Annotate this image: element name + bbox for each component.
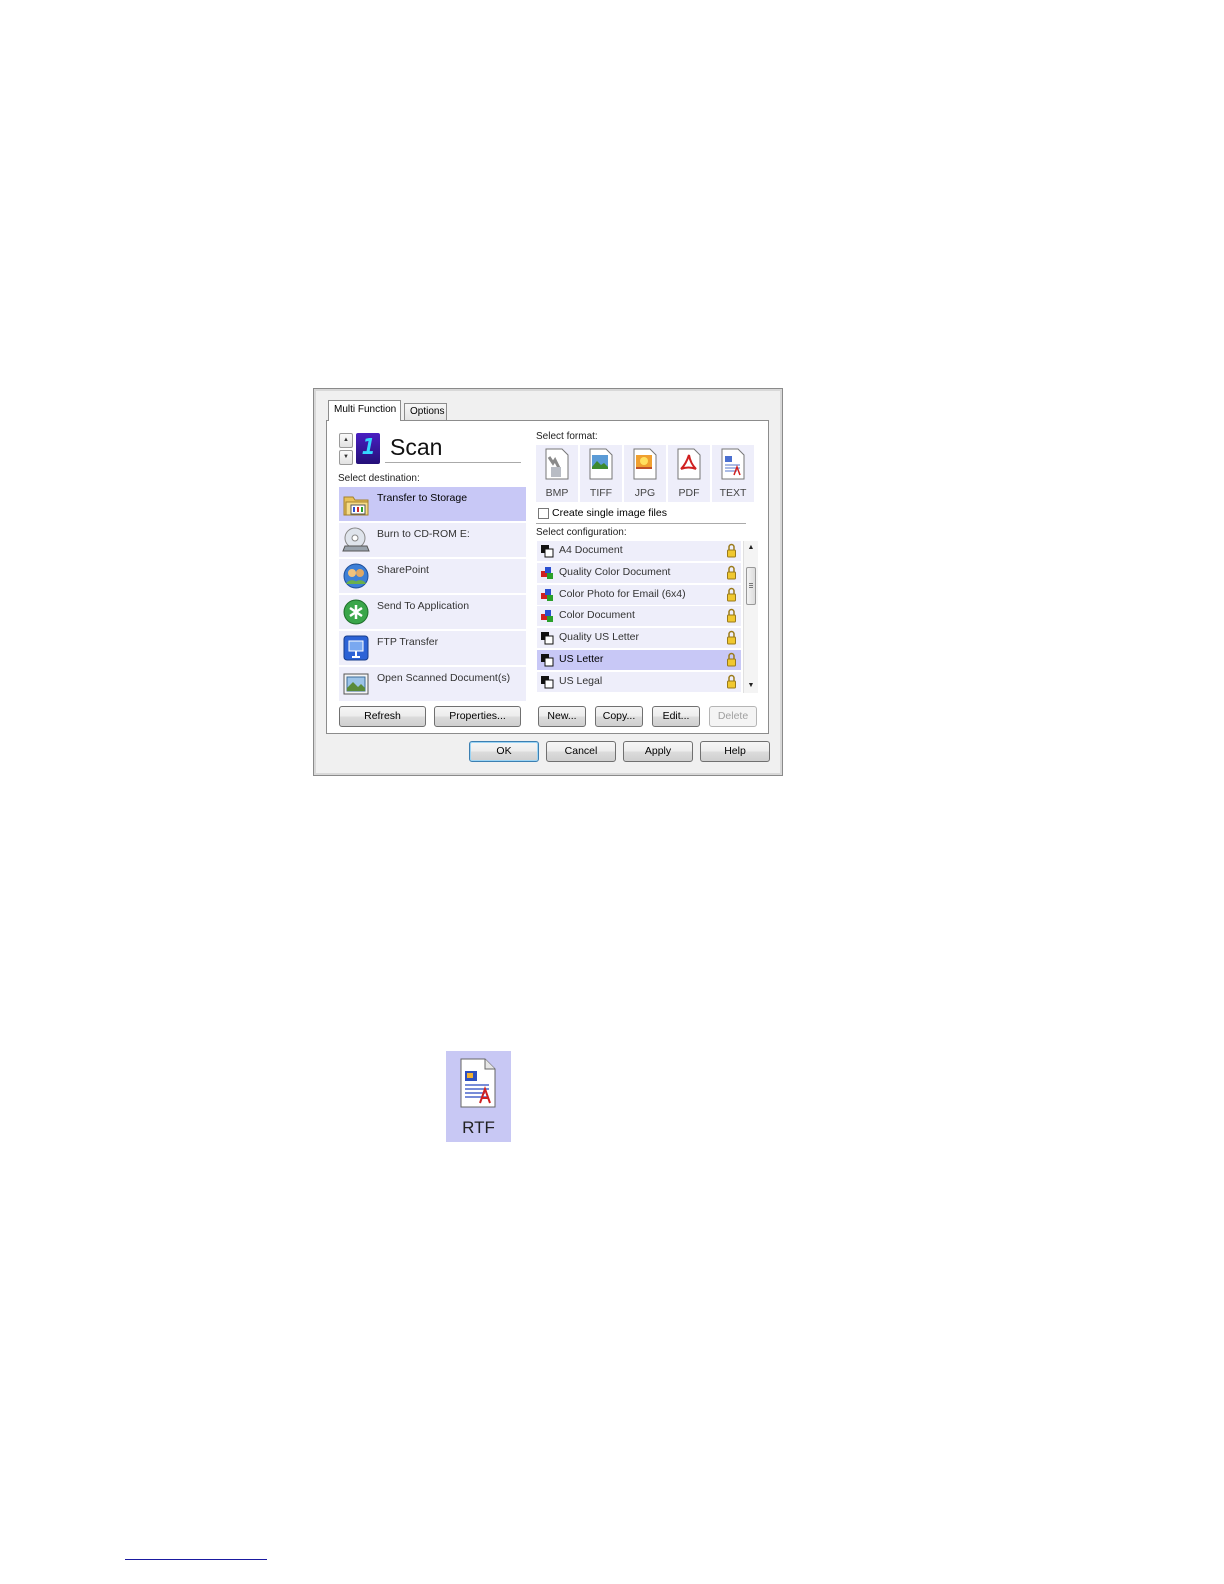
pdf-format-icon (677, 448, 701, 480)
destination-item-sharepoint[interactable]: SharePoint (339, 559, 526, 593)
bmp-format-icon (545, 448, 569, 480)
create-single-image-label: Create single image files (552, 507, 667, 519)
configuration-label: Quality Color Document (559, 565, 671, 578)
destination-label: Open Scanned Document(s) (377, 672, 511, 684)
configuration-label: Quality US Letter (559, 631, 639, 644)
open-document-icon (343, 673, 369, 695)
configuration-list: A4 Document Quality Color Document Color P… (537, 541, 741, 693)
configuration-item[interactable]: Quality Color Document (537, 562, 741, 583)
apply-button[interactable]: Apply (623, 741, 693, 762)
configuration-label: Color Document (559, 609, 635, 622)
format-label: JPG (634, 487, 656, 499)
lock-icon (727, 630, 736, 645)
text-format-icon (721, 448, 745, 480)
format-tiff[interactable]: TIFF (580, 445, 622, 502)
function-number: 1 (362, 435, 376, 460)
configuration-item[interactable]: Quality US Letter (537, 628, 741, 649)
footnote-rule (125, 1559, 267, 1560)
help-button[interactable]: Help (700, 741, 770, 762)
format-label: TEXT (719, 487, 747, 499)
folder-storage-icon (343, 496, 369, 516)
color-config-icon (541, 566, 553, 579)
cancel-button[interactable]: Cancel (546, 741, 616, 762)
color-config-icon (541, 588, 553, 601)
refresh-button[interactable]: Refresh (339, 706, 426, 727)
select-format-label: Select format: (536, 431, 598, 442)
copy-configuration-button[interactable]: Copy... (595, 706, 643, 727)
rtf-format-label: RTF (462, 1118, 495, 1137)
tiff-format-icon (589, 448, 613, 480)
lock-icon (727, 543, 736, 558)
divider (385, 462, 521, 463)
destination-label: Transfer to Storage (377, 492, 468, 504)
destination-label: Send To Application (377, 600, 470, 612)
format-pdf[interactable]: PDF (668, 445, 710, 502)
lock-icon (727, 587, 736, 602)
tab-multi-function[interactable]: Multi Function (328, 400, 401, 421)
format-label: BMP (545, 487, 569, 499)
bw-config-icon (541, 545, 554, 558)
configuration-item[interactable]: Color Photo for Email (6x4) (537, 584, 741, 605)
rtf-format-icon (460, 1058, 496, 1108)
bw-config-icon (541, 632, 554, 645)
spin-down-icon[interactable]: ▼ (339, 450, 353, 465)
edit-configuration-button[interactable]: Edit... (652, 706, 700, 727)
format-bmp[interactable]: BMP (536, 445, 578, 502)
properties-button[interactable]: Properties... (434, 706, 521, 727)
format-text[interactable]: TEXT (712, 445, 754, 502)
destination-item-ftp-transfer[interactable]: FTP Transfer (339, 631, 526, 665)
color-config-icon (541, 610, 553, 623)
sharepoint-icon (343, 563, 369, 589)
configuration-scrollbar[interactable]: ▲ ▼ (743, 541, 758, 693)
bw-config-icon (541, 675, 554, 689)
scroll-down-icon[interactable]: ▼ (744, 679, 758, 693)
lock-icon (727, 565, 736, 580)
select-destination-label: Select destination: (338, 473, 420, 484)
function-number-display: 1 (356, 433, 380, 464)
format-jpg[interactable]: JPG (624, 445, 666, 502)
destination-label: SharePoint (377, 564, 429, 576)
configuration-label: A4 Document (559, 544, 623, 556)
configuration-label: US Legal (559, 674, 603, 687)
bw-config-icon (541, 653, 554, 667)
ftp-transfer-icon (343, 635, 369, 661)
scroll-up-icon[interactable]: ▲ (744, 541, 758, 555)
cd-burn-icon (342, 527, 370, 552)
function-spinner[interactable]: ▲ ▼ (339, 433, 353, 465)
tab-panel: ▲ ▼ 1 Scan Select destination: Transfer … (326, 420, 769, 734)
destination-label: FTP Transfer (377, 636, 439, 648)
ok-button[interactable]: OK (469, 741, 539, 762)
divider (536, 523, 746, 524)
destination-list: Transfer to Storage Burn to CD-ROM E: Sh… (339, 487, 526, 703)
scroll-thumb[interactable] (746, 567, 756, 605)
configuration-item[interactable]: US Legal (537, 671, 741, 692)
scan-settings-dialog: Multi Function Options ▲ ▼ 1 Scan Select… (313, 388, 783, 776)
rtf-format-button[interactable]: RTF (446, 1051, 511, 1142)
lock-icon (727, 609, 736, 623)
format-label: PDF (678, 487, 700, 499)
destination-item-burn-to-cd[interactable]: Burn to CD-ROM E: (339, 523, 526, 557)
jpg-format-icon (633, 448, 657, 480)
send-to-application-icon (343, 599, 369, 625)
delete-configuration-button[interactable]: Delete (709, 706, 757, 727)
create-single-image-checkbox[interactable] (538, 508, 549, 519)
destination-item-send-to-application[interactable]: Send To Application (339, 595, 526, 629)
format-label: TIFF (589, 487, 613, 499)
configuration-label: Color Photo for Email (6x4) (559, 587, 686, 600)
lock-icon (727, 652, 736, 667)
configuration-label: US Letter (559, 652, 604, 665)
configuration-item[interactable]: US Letter (537, 649, 741, 670)
spin-up-icon[interactable]: ▲ (339, 433, 353, 448)
format-selector: BMP TIFF JPG PDF TEXT (536, 445, 754, 502)
configuration-item[interactable]: Color Document (537, 606, 741, 627)
new-configuration-button[interactable]: New... (538, 706, 586, 727)
function-name: Scan (390, 434, 443, 460)
configuration-item[interactable]: A4 Document (537, 541, 741, 561)
tab-options[interactable]: Options (404, 403, 447, 420)
lock-icon (727, 674, 736, 689)
destination-label: Burn to CD-ROM E: (377, 528, 470, 540)
destination-item-open-scanned-documents[interactable]: Open Scanned Document(s) (339, 667, 526, 701)
destination-item-transfer-to-storage[interactable]: Transfer to Storage (339, 487, 526, 521)
select-configuration-label: Select configuration: (536, 527, 627, 538)
